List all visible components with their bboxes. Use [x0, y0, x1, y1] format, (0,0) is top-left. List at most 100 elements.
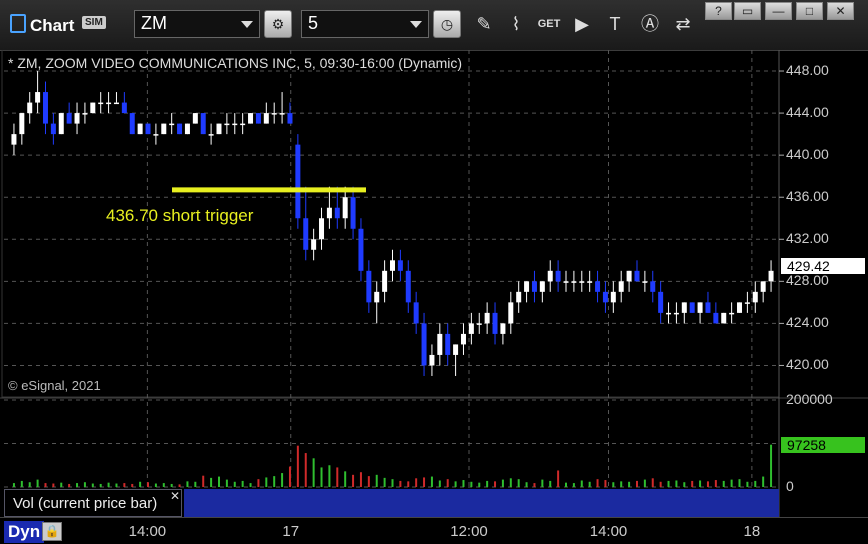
candle-body — [27, 102, 33, 114]
candle-body — [705, 302, 711, 313]
candle-body — [161, 123, 167, 135]
candle-body — [587, 281, 593, 283]
candle-body — [240, 123, 246, 126]
candle-body — [421, 323, 427, 366]
time-tick-label: 18 — [743, 523, 761, 540]
candle-body — [200, 113, 206, 135]
candle-body — [19, 113, 25, 135]
candle-body — [169, 123, 175, 126]
time-axis[interactable]: Dyn 🔒 14:00 17 12:00 14:00 18 — [0, 517, 868, 544]
get-button[interactable]: GET — [535, 10, 563, 38]
candle-body — [610, 291, 616, 303]
chevron-down-icon[interactable] — [241, 21, 253, 28]
candle-body — [35, 92, 41, 103]
alert-icon: Ⓐ — [641, 14, 659, 34]
restore-icon: ▭ — [741, 4, 754, 18]
studies-button[interactable]: ⌇ — [502, 10, 530, 38]
sim-badge: SIM — [82, 16, 106, 29]
candle-body — [689, 302, 695, 313]
candle-body — [74, 113, 80, 124]
time-tick-label: 17 — [282, 523, 300, 540]
time-button[interactable]: ◷ — [433, 10, 461, 38]
candle-body — [768, 270, 774, 282]
pencil-draw-button[interactable]: ✎ — [470, 10, 498, 38]
candle-body — [666, 312, 672, 315]
candle-body — [279, 113, 285, 115]
text-tool-button[interactable]: T — [601, 10, 629, 38]
candle-body — [216, 123, 222, 135]
maximize-button[interactable]: □ — [796, 2, 823, 20]
help-button[interactable]: ? — [705, 2, 732, 20]
candle-body — [50, 123, 56, 135]
candle-body — [658, 291, 664, 313]
candle-body — [137, 123, 143, 135]
candle-body — [177, 123, 183, 135]
candle-body — [334, 207, 340, 219]
price-tick-label: 424.00 — [786, 314, 829, 331]
candle-body — [366, 270, 372, 303]
candle-body — [445, 333, 451, 355]
alert-button[interactable]: Ⓐ — [636, 10, 664, 38]
time-tick-label: 14:00 — [589, 523, 628, 540]
get-icon: GET — [537, 18, 561, 30]
candle-body — [350, 197, 356, 229]
candle-body — [90, 102, 96, 114]
candle-body — [500, 323, 506, 334]
time-tick-label: 12:00 — [450, 523, 488, 540]
link-button[interactable]: ⇄ — [669, 10, 697, 38]
symbol-input[interactable]: ZM — [134, 10, 260, 38]
candle-body — [634, 270, 640, 282]
candle-body — [595, 281, 601, 292]
candle-body — [555, 270, 561, 282]
candle-body — [524, 281, 530, 292]
candle-body — [42, 92, 48, 124]
play-button[interactable]: ▶ — [568, 10, 596, 38]
candle-body — [516, 291, 522, 303]
price-tick-label: 444.00 — [786, 104, 829, 121]
app-title-text: Chart — [30, 16, 75, 35]
chevron-down-icon[interactable] — [410, 21, 422, 28]
minimize-button[interactable]: — — [765, 2, 792, 20]
candle-body — [342, 197, 348, 219]
pencil-icon: ✎ — [476, 14, 492, 34]
lock-icon[interactable]: 🔒 — [42, 522, 62, 541]
candle-body — [374, 291, 380, 303]
text-tool-icon: T — [609, 14, 621, 34]
candle-body — [721, 312, 727, 324]
candle-body — [571, 281, 577, 283]
candle-body — [397, 260, 403, 271]
clock-icon: ◷ — [440, 16, 454, 32]
price-tick-label: 420.00 — [786, 356, 829, 373]
candle-body — [153, 134, 159, 136]
candle-body — [492, 312, 498, 334]
close-button[interactable]: ✕ — [827, 2, 854, 20]
candle-body — [405, 270, 411, 303]
volume-panel-label[interactable]: Vol (current price bar) — [4, 489, 182, 517]
restore-button[interactable]: ▭ — [734, 2, 761, 20]
close-icon[interactable]: ✕ — [170, 489, 180, 503]
candle-body — [145, 123, 151, 135]
interval-select[interactable]: 5 — [301, 10, 429, 38]
candle-body — [358, 228, 364, 271]
help-icon: ? — [715, 4, 722, 18]
dynamic-button[interactable]: Dyn — [4, 521, 45, 543]
chart-canvas[interactable] — [0, 50, 868, 517]
settings-gear-button[interactable]: ⚙ — [264, 10, 292, 38]
time-tick-label: 14:00 — [128, 523, 167, 540]
candle-body — [752, 291, 758, 303]
candle-body — [579, 281, 585, 283]
candle-body — [729, 312, 735, 315]
short-trigger-label: 436.70 short trigger — [106, 206, 254, 225]
candle-body — [382, 270, 388, 292]
candle-body — [737, 302, 743, 313]
volume-panel-bar — [184, 489, 779, 517]
candle-body — [563, 281, 569, 283]
candle-body — [98, 102, 104, 105]
candle-body — [760, 281, 766, 292]
candle-body — [192, 113, 198, 124]
candle-body — [113, 102, 119, 105]
candle-body — [303, 218, 309, 250]
price-tick-label: 428.00 — [786, 272, 829, 289]
candle-body — [508, 302, 514, 324]
chart-logo-icon — [10, 14, 26, 33]
